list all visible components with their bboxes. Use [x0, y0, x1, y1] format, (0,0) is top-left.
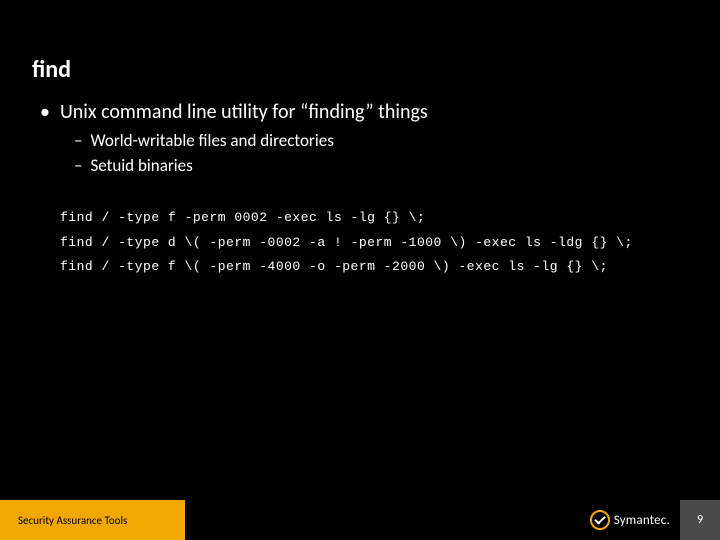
footer-left: Security Assurance Tools: [0, 500, 185, 540]
bullet-text: Unix command line utility for “finding” …: [60, 100, 428, 124]
dash-icon: –: [74, 155, 82, 176]
bullet-level2: – World-writable files and directories: [74, 130, 680, 151]
footer-title: Security Assurance Tools: [18, 514, 127, 527]
slide: find • Unix command line utility for “fi…: [0, 0, 720, 540]
code-line: find / -type f \( -perm -4000 -o -perm -…: [60, 255, 680, 280]
sub-bullet-text: World-writable files and directories: [90, 130, 333, 151]
slide-title: find: [32, 55, 71, 84]
brand-name: Symantec.: [614, 513, 670, 528]
check-icon: [594, 513, 605, 524]
footer-mid: Symantec.: [185, 500, 680, 540]
bullet-dot: •: [40, 102, 50, 122]
bullet-level1: • Unix command line utility for “finding…: [40, 100, 680, 124]
content-area: • Unix command line utility for “finding…: [40, 100, 680, 280]
code-block: find / -type f -perm 0002 -exec ls -lg {…: [60, 206, 680, 280]
bullet-level2: – Setuid binaries: [74, 155, 680, 176]
code-line: find / -type f -perm 0002 -exec ls -lg {…: [60, 206, 680, 231]
footer: Security Assurance Tools Symantec. 9: [0, 500, 720, 540]
sub-bullet-text: Setuid binaries: [90, 155, 192, 176]
page-number: 9: [697, 513, 703, 527]
footer-page: 9: [680, 500, 720, 540]
brand-logo: Symantec.: [590, 510, 670, 530]
code-line: find / -type d \( -perm -0002 -a ! -perm…: [60, 231, 680, 256]
dash-icon: –: [74, 130, 82, 151]
check-circle-icon: [590, 510, 610, 530]
sub-bullets: – World-writable files and directories –…: [74, 130, 680, 176]
